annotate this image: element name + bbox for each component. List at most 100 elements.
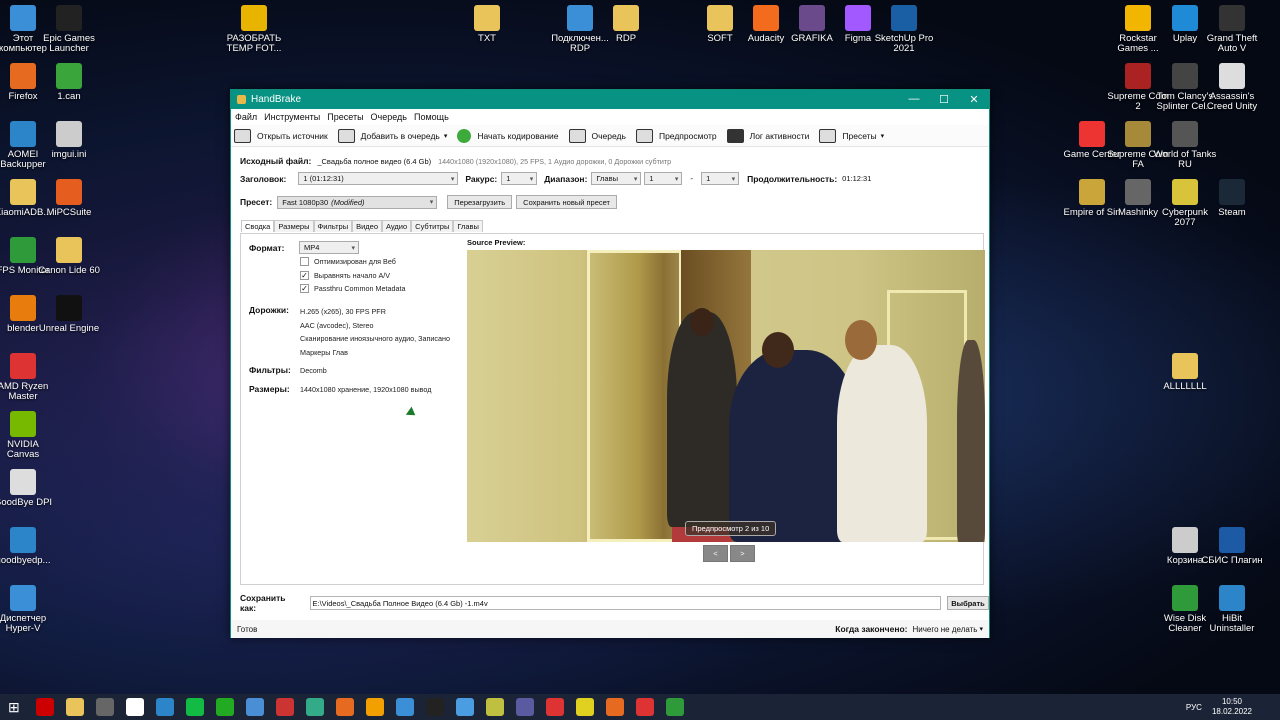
head-shape xyxy=(845,320,877,360)
taskbar-app-icon[interactable] xyxy=(305,698,324,716)
col2-desktop-shortcut[interactable]: Epic Games Launcher xyxy=(37,5,101,54)
taskbar-app-icon[interactable] xyxy=(425,698,444,716)
maximize-button[interactable]: ☐ xyxy=(929,93,959,106)
align-av-checkbox[interactable]: ✓ xyxy=(300,271,309,280)
taskbar-app-icon[interactable] xyxy=(155,698,174,716)
head-shape xyxy=(690,308,714,336)
preview-button[interactable]: Предпросмотр xyxy=(635,128,717,143)
menu-help[interactable]: Помощь xyxy=(414,112,449,122)
start-encode-button[interactable]: Начать кодирование xyxy=(457,128,559,143)
close-button[interactable]: ✕ xyxy=(959,93,989,106)
left-desktop-shortcut[interactable]: NVIDIA Canvas xyxy=(0,411,55,460)
right-desktop-shortcut[interactable]: Assassin's Creed Unity xyxy=(1200,63,1264,112)
preview-prev-button[interactable]: < xyxy=(703,545,728,562)
save-preset-button[interactable]: Сохранить новый пресет xyxy=(516,195,617,209)
preset-select[interactable]: Fast 1080p30 (Modified) xyxy=(277,195,438,209)
range-to-select[interactable]: 1 xyxy=(701,172,740,185)
right-desktop-shortcut[interactable]: Steam xyxy=(1200,179,1264,218)
left-desktop-shortcut[interactable]: goodbyedp... xyxy=(0,527,55,566)
right-desktop-shortcut[interactable]: СБИС Плагин xyxy=(1200,527,1264,566)
taskbar-app-icon[interactable] xyxy=(605,698,624,716)
tab-filters[interactable]: Фильтры xyxy=(313,220,353,232)
desktop-shortcut-label: RDP xyxy=(615,33,637,44)
clock-date: 18.02.2022 xyxy=(1211,707,1252,716)
windows-start-icon[interactable]: ⊞ xyxy=(8,699,20,716)
tab-chapters[interactable]: Главы xyxy=(453,220,483,232)
left-desktop-shortcut[interactable]: AMD Ryzen Master xyxy=(0,353,55,402)
add-to-queue-button[interactable]: Добавить в очередь ▾ xyxy=(337,128,447,143)
tab-summary[interactable]: Сводка xyxy=(241,220,275,232)
queue-button[interactable]: Очередь xyxy=(568,128,626,143)
preset-modified: (Modified) xyxy=(331,197,365,207)
tab-audio[interactable]: Аудио xyxy=(382,220,412,232)
minimize-button[interactable]: — xyxy=(899,93,929,106)
browse-button[interactable]: Выбрать xyxy=(947,596,989,610)
title-bar[interactable]: HandBrake — ☐ ✕ xyxy=(231,90,989,109)
preview-next-button[interactable]: > xyxy=(730,545,755,562)
col2-desktop-shortcut[interactable]: Unreal Engine xyxy=(37,295,101,334)
right-desktop-shortcut[interactable]: ALLLLLLL xyxy=(1153,353,1217,392)
desktop-shortcut-label: РАЗОБРАТЬ TEMP FOT... xyxy=(226,33,282,54)
col2-desktop-shortcut[interactable]: Canon Lide 60 xyxy=(37,237,101,276)
sketchup-icon xyxy=(891,5,917,31)
taskbar-app-icon[interactable] xyxy=(575,698,594,716)
status-text: Готов xyxy=(237,624,258,634)
taskbar-app-icon[interactable] xyxy=(215,698,234,716)
language-indicator[interactable]: РУС xyxy=(1186,703,1202,712)
web-optimized-checkbox[interactable] xyxy=(300,257,309,266)
menu-presets[interactable]: Пресеты xyxy=(327,112,363,122)
taskbar-app-icon[interactable] xyxy=(485,698,504,716)
taskbar-app-icon[interactable] xyxy=(665,698,684,716)
taskbar-app-icon[interactable] xyxy=(275,698,294,716)
taskbar-app-icon[interactable] xyxy=(35,698,54,716)
taskbar-app-icon[interactable] xyxy=(65,698,84,716)
col2-desktop-shortcut[interactable]: MiPCSuite xyxy=(37,179,101,218)
tab-subtitles[interactable]: Субтитры xyxy=(411,220,454,232)
range-type-select[interactable]: Главы xyxy=(591,172,642,185)
taskbar-app-icon[interactable] xyxy=(455,698,474,716)
taskbar-app-icon[interactable] xyxy=(335,698,354,716)
taskbar-app-icon[interactable] xyxy=(395,698,414,716)
menu-queue[interactable]: Очередь xyxy=(371,112,407,122)
presets-button[interactable]: Пресеты ▾ xyxy=(819,128,884,143)
when-done-select[interactable]: Ничего не делать xyxy=(912,625,977,634)
clock[interactable]: 10:50 18.02.2022 xyxy=(1212,697,1252,717)
right-desktop-shortcut[interactable]: World of Tanks RU xyxy=(1153,121,1217,170)
desktop-shortcut-label: Grand Theft Auto V xyxy=(1206,33,1258,54)
top-desktop-shortcut[interactable]: TXT xyxy=(455,5,519,44)
taskbar-app-icon[interactable] xyxy=(185,698,204,716)
taskbar-app-icon[interactable] xyxy=(125,698,144,716)
top-desktop-shortcut[interactable]: RDP xyxy=(594,5,658,44)
right-desktop-shortcut[interactable]: Grand Theft Auto V xyxy=(1200,5,1264,54)
steam-icon xyxy=(1219,179,1245,205)
title-select[interactable]: 1 (01:12:31) xyxy=(298,172,459,185)
menu-file[interactable]: Файл xyxy=(235,112,257,122)
angle-select[interactable]: 1 xyxy=(501,172,538,185)
taskbar-app-icon[interactable] xyxy=(515,698,534,716)
taskbar-app-icon[interactable] xyxy=(635,698,654,716)
taskbar-app-icon[interactable] xyxy=(545,698,564,716)
left-desktop-shortcut[interactable]: Диспетчер Hyper-V xyxy=(0,585,55,634)
tab-dimensions[interactable]: Размеры xyxy=(274,220,314,232)
taskbar-app-icon[interactable] xyxy=(95,698,114,716)
reload-button[interactable]: Перезагрузить xyxy=(447,195,513,209)
preset-value: Fast 1080p30 xyxy=(282,197,329,207)
save-as-input[interactable]: E:\Videos\_Свадьба Полное Видео (6.4 Gb)… xyxy=(309,596,941,610)
col2-desktop-shortcut[interactable]: 1.can xyxy=(37,63,101,102)
menu-tools[interactable]: Инструменты xyxy=(264,112,320,122)
taskbar-app-icon[interactable] xyxy=(365,698,384,716)
left-desktop-shortcut[interactable]: GoodBye DPI xyxy=(0,469,55,508)
right-desktop-shortcut[interactable]: HiBit Uninstaller xyxy=(1200,585,1264,634)
top-desktop-shortcut[interactable]: РАЗОБРАТЬ TEMP FOT... xyxy=(222,5,286,54)
top-desktop-shortcut[interactable]: SketchUp Pro 2021 xyxy=(872,5,936,54)
desktop-shortcut-label: GoodBye DPI xyxy=(0,497,53,508)
passthru-checkbox[interactable]: ✓ xyxy=(300,284,309,293)
activity-log-button[interactable]: Лог активности xyxy=(726,128,809,143)
col2-desktop-shortcut[interactable]: imgui.ini xyxy=(37,121,101,160)
tab-video[interactable]: Видео xyxy=(352,220,383,232)
taskbar-app-icon[interactable] xyxy=(245,698,264,716)
wise-icon xyxy=(1172,585,1198,611)
open-source-button[interactable]: Открыть источник xyxy=(234,128,328,143)
range-from-select[interactable]: 1 xyxy=(644,172,683,185)
format-select[interactable]: MP4 xyxy=(299,241,359,254)
